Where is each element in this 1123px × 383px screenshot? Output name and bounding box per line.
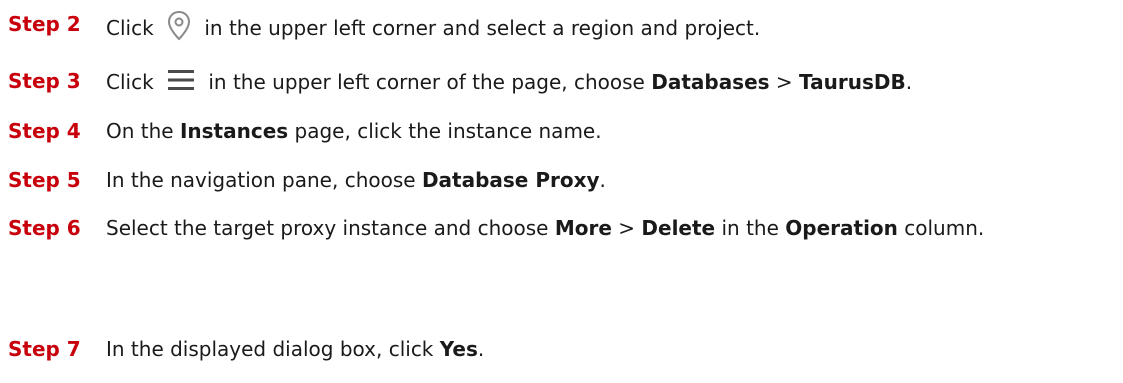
step-5: Step 5 In the navigation pane, choose Da…	[8, 166, 1118, 194]
step-2: Step 2 Click in the upper left corner an…	[8, 10, 1118, 49]
step-label: Step 6	[8, 216, 81, 240]
step-6: Step 6 Select the target proxy instance …	[8, 214, 1118, 242]
step-label: Step 2	[8, 12, 81, 36]
step-label: Step 5	[8, 168, 81, 192]
step-3: Step 3 Click in the upper left corner of…	[8, 67, 1118, 100]
step-text: In the navigation pane, choose Database …	[106, 168, 606, 192]
step-4: Step 4 On the Instances page, click the …	[8, 117, 1118, 145]
step-text: Click in the upper left corner and selec…	[106, 10, 1118, 49]
step-label: Step 3	[8, 69, 81, 93]
location-pin-icon	[166, 10, 192, 49]
step-text: On the Instances page, click the instanc…	[106, 119, 602, 143]
hamburger-menu-icon	[166, 67, 196, 100]
step-label: Step 7	[8, 337, 81, 361]
step-text: Click in the upper left corner of the pa…	[106, 67, 1118, 100]
step-label: Step 4	[8, 119, 81, 143]
step-text: Select the target proxy instance and cho…	[106, 216, 985, 240]
step-text: In the displayed dialog box, click Yes.	[106, 337, 485, 361]
step-7: Step 7 In the displayed dialog box, clic…	[8, 335, 1118, 363]
